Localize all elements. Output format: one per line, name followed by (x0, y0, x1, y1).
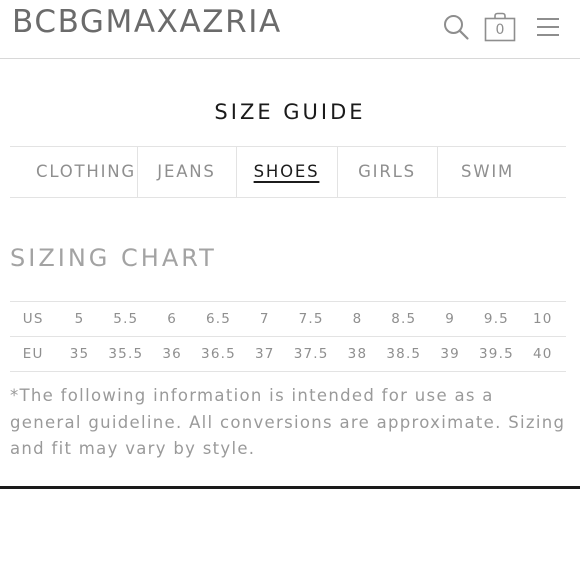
size-cell: 9.5 (473, 301, 520, 337)
row-label: EU (10, 336, 57, 372)
size-cell: 6 (148, 301, 196, 337)
table-row-us: US 5 5.5 6 6.5 7 7.5 8 8.5 9 9.5 10 (10, 301, 566, 337)
size-guide-tabs: CLOTHING JEANS SHOES GIRLS SWIM (10, 146, 566, 198)
size-cell: 5.5 (102, 301, 149, 337)
section-divider (0, 486, 580, 489)
size-cell: 39.5 (473, 336, 520, 372)
sizing-disclaimer: *The following information is intended f… (10, 386, 566, 458)
brand-logo[interactable]: BCBGMAXAZRIA (12, 4, 282, 40)
size-cell: 37.5 (287, 336, 335, 372)
site-header: BCBGMAXAZRIA 0 (0, 0, 580, 59)
size-cell: 7 (241, 301, 288, 337)
size-cell: 9 (426, 301, 474, 337)
size-cell: 35 (56, 336, 103, 372)
size-cell: 6.5 (195, 301, 242, 337)
size-cell: 7.5 (287, 301, 335, 337)
size-cell: 37 (241, 336, 288, 372)
hamburger-menu-icon[interactable] (534, 12, 562, 42)
size-cell: 8 (334, 301, 381, 337)
sizing-chart-table: US 5 5.5 6 6.5 7 7.5 8 8.5 9 9.5 10 EU 3… (10, 301, 566, 372)
size-cell: 5 (56, 301, 103, 337)
tab-shoes[interactable]: SHOES (236, 147, 337, 197)
cart-count: 0 (495, 22, 505, 38)
tab-swim[interactable]: SWIM (437, 147, 538, 197)
size-cell: 8.5 (380, 301, 427, 337)
tab-clothing[interactable]: CLOTHING (32, 147, 140, 197)
size-cell: 40 (519, 336, 566, 372)
size-cell: 35.5 (102, 336, 149, 372)
tab-jeans[interactable]: JEANS (137, 147, 236, 197)
size-guide-title: SIZE GUIDE (214, 100, 366, 124)
size-cell: 38.5 (380, 336, 427, 372)
size-cell: 39 (426, 336, 474, 372)
search-icon[interactable] (441, 12, 471, 42)
size-cell: 36.5 (195, 336, 242, 372)
table-row-eu: EU 35 35.5 36 36.5 37 37.5 38 38.5 39 39… (10, 336, 566, 372)
row-label: US (10, 301, 57, 337)
sizing-chart-title: SIZING CHART (10, 244, 217, 272)
tab-girls[interactable]: GIRLS (337, 147, 437, 197)
size-cell: 38 (334, 336, 381, 372)
size-cell: 10 (519, 301, 566, 337)
size-cell: 36 (148, 336, 196, 372)
shopping-bag-icon[interactable]: 0 (484, 12, 516, 42)
